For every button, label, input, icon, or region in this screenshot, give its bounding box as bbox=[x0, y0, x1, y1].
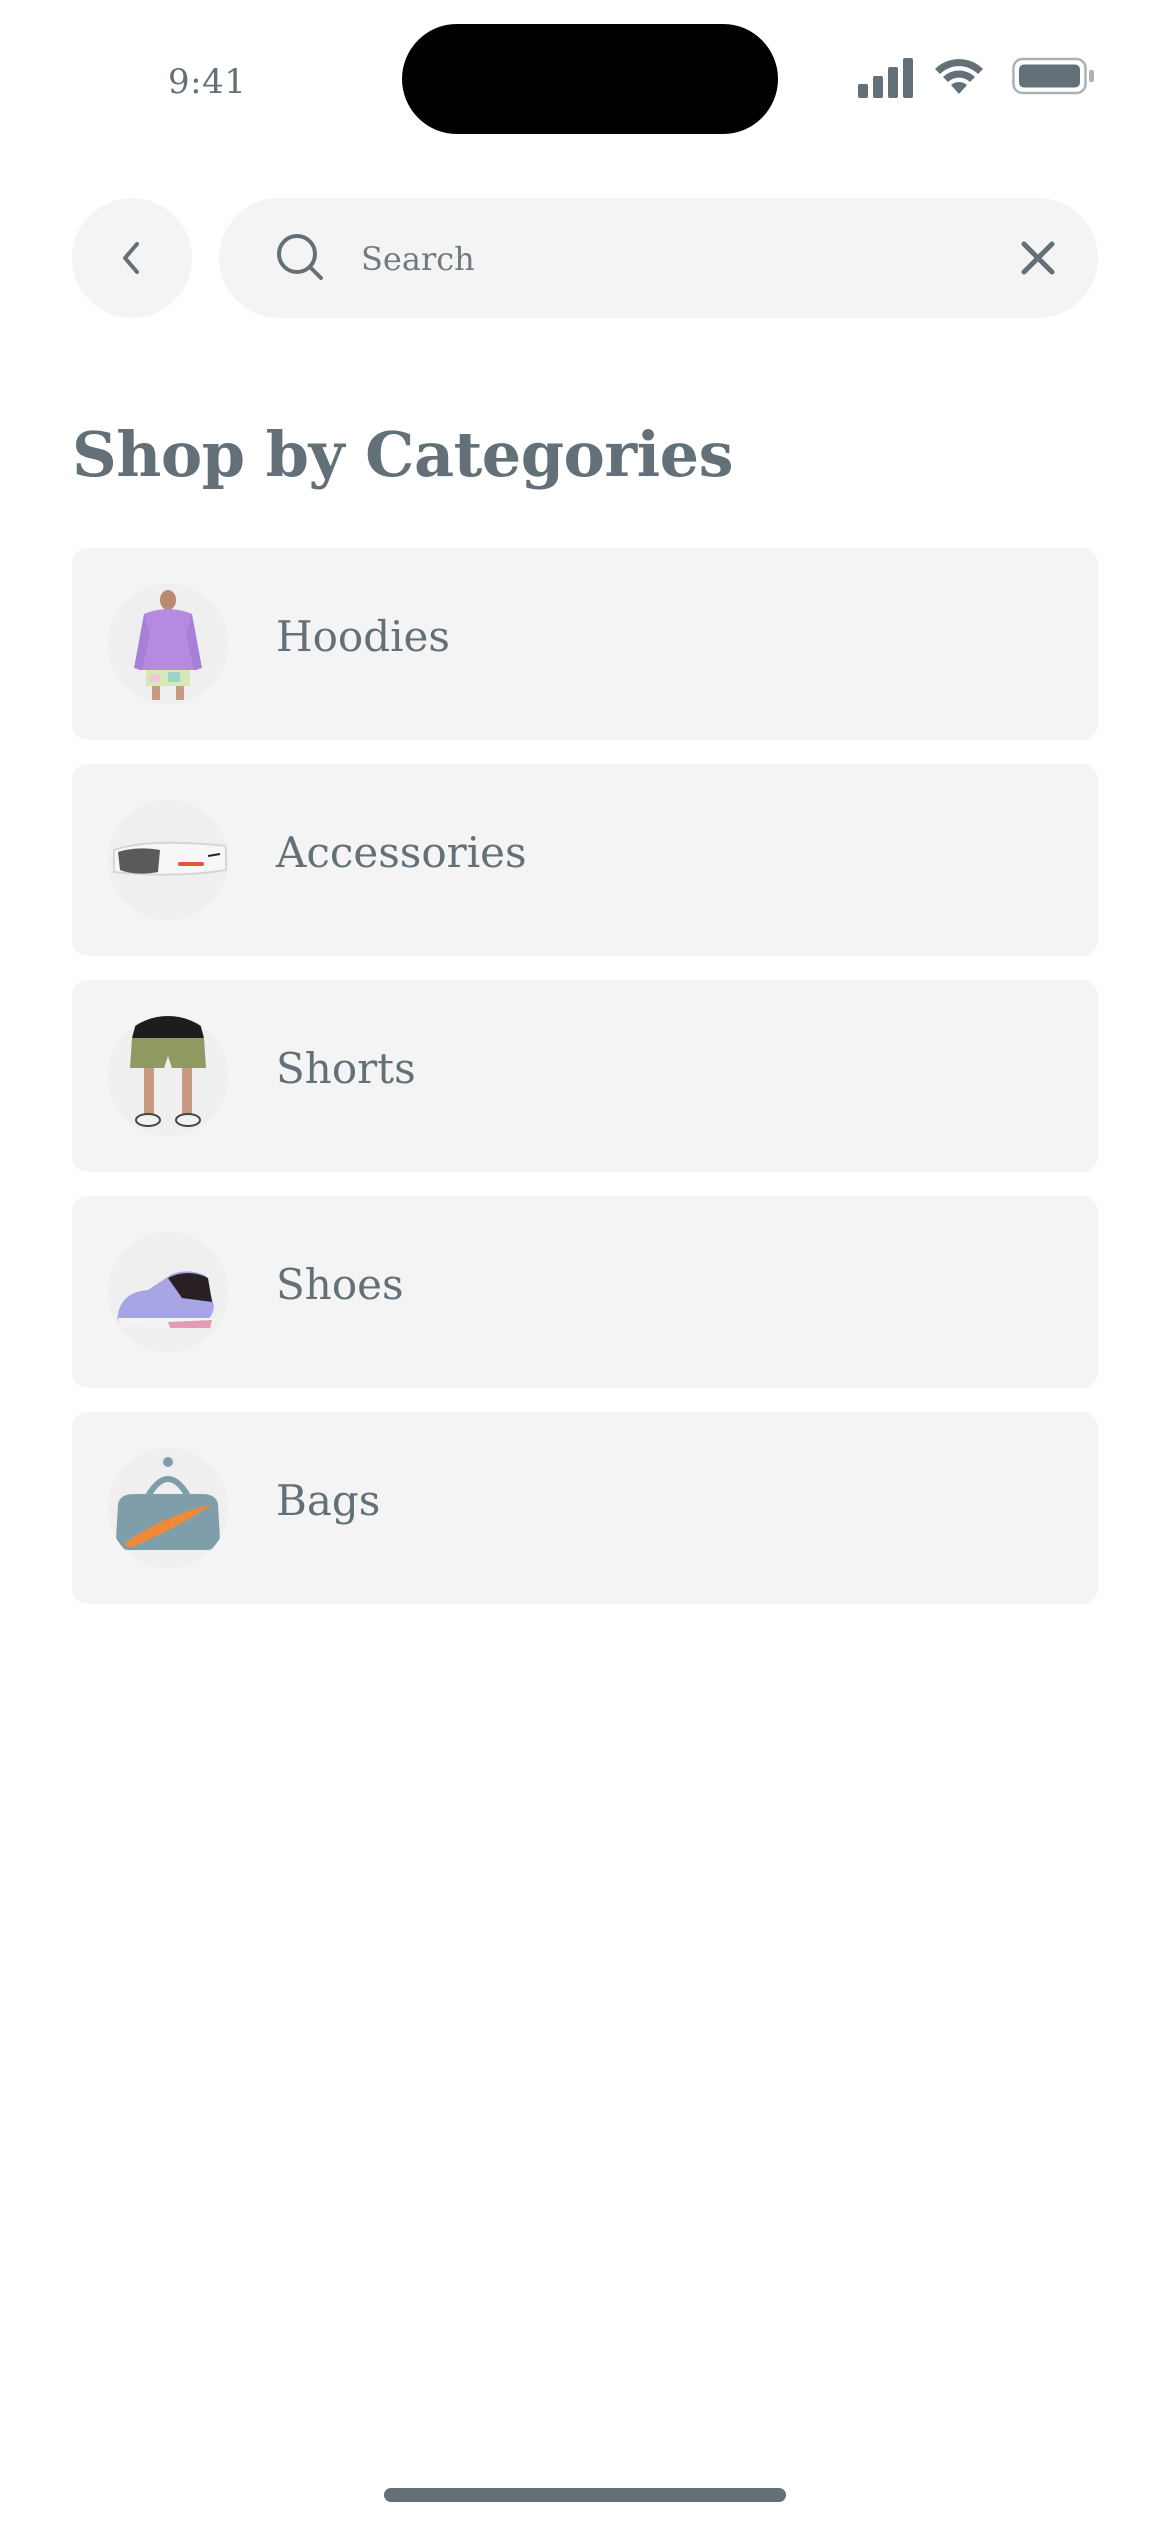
dynamic-island bbox=[402, 24, 778, 134]
search-row bbox=[72, 198, 1098, 318]
chevron-left-icon bbox=[123, 242, 139, 274]
category-label: Accessories bbox=[276, 828, 527, 877]
category-list: Hoodies Accessories Shorts Shoes Bags bbox=[72, 548, 1098, 1628]
shorts-image bbox=[108, 1016, 228, 1136]
status-bar: 9:41 bbox=[0, 0, 1170, 150]
cellular-signal-icon bbox=[858, 58, 913, 98]
close-icon[interactable] bbox=[1018, 238, 1058, 278]
category-label: Hoodies bbox=[276, 612, 450, 661]
purple-hoodie-image bbox=[108, 584, 228, 704]
sneaker-image bbox=[108, 1232, 228, 1352]
category-thumbnail bbox=[108, 1448, 228, 1568]
back-button[interactable] bbox=[72, 198, 192, 318]
category-item-shorts[interactable]: Shorts bbox=[72, 980, 1098, 1172]
status-icons bbox=[858, 56, 1098, 100]
search-input[interactable] bbox=[359, 228, 963, 290]
home-indicator[interactable] bbox=[384, 2488, 786, 2502]
category-thumbnail bbox=[108, 1016, 228, 1136]
category-item-shoes[interactable]: Shoes bbox=[72, 1196, 1098, 1388]
page-title: Shop by Categories bbox=[72, 418, 733, 491]
search-icon bbox=[277, 234, 323, 280]
battery-icon bbox=[1012, 57, 1094, 95]
sunglasses-image bbox=[108, 800, 228, 920]
category-label: Shoes bbox=[276, 1260, 404, 1309]
category-thumbnail bbox=[108, 1232, 228, 1352]
category-thumbnail bbox=[108, 584, 228, 704]
category-item-accessories[interactable]: Accessories bbox=[72, 764, 1098, 956]
category-label: Shorts bbox=[276, 1044, 416, 1093]
status-time: 9:41 bbox=[168, 62, 247, 102]
duffel-bag-image bbox=[108, 1448, 228, 1568]
category-thumbnail bbox=[108, 800, 228, 920]
search-bar[interactable] bbox=[219, 198, 1098, 318]
category-item-hoodies[interactable]: Hoodies bbox=[72, 548, 1098, 740]
category-item-bags[interactable]: Bags bbox=[72, 1412, 1098, 1604]
category-label: Bags bbox=[276, 1476, 381, 1525]
wifi-icon bbox=[935, 59, 983, 94]
